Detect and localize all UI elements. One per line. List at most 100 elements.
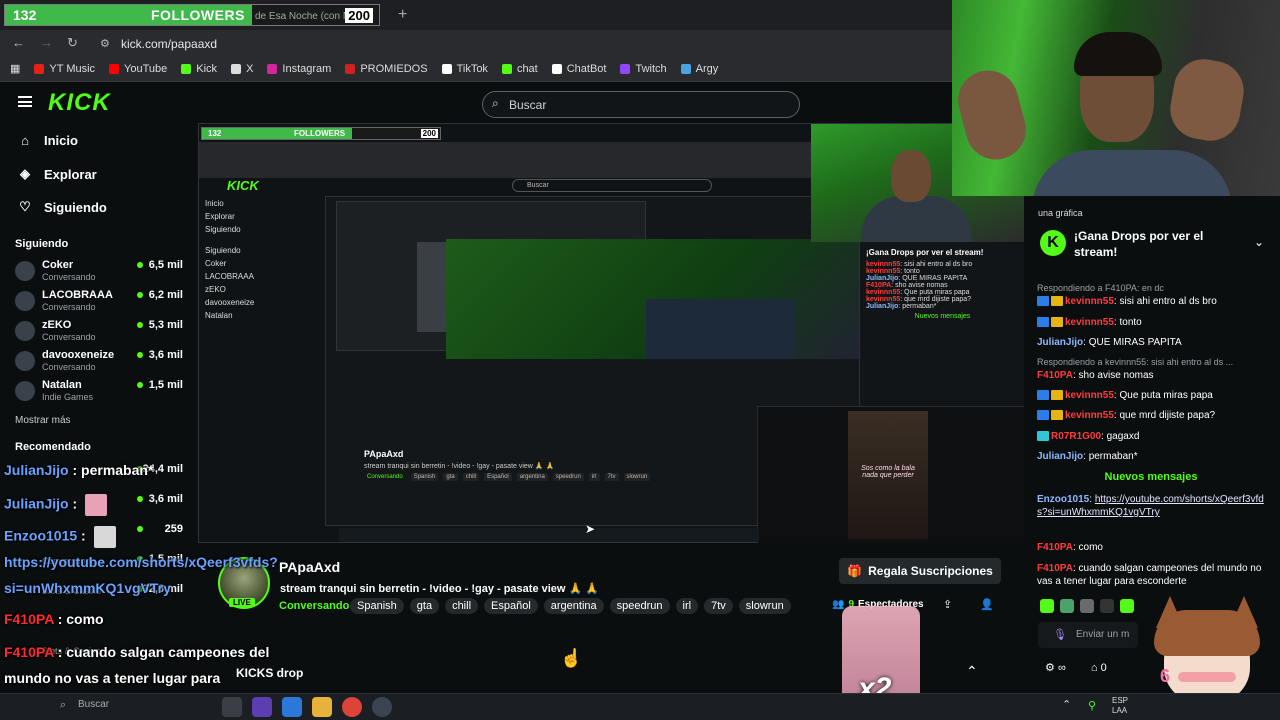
stream-tag[interactable]: chill: [445, 598, 479, 614]
stream-tag[interactable]: argentina: [543, 598, 604, 614]
kick-icon: [501, 63, 512, 74]
chat-username[interactable]: R07R1G00: [1051, 431, 1101, 442]
site-info-icon[interactable]: ⚙: [100, 37, 110, 50]
sidebar: ⌂ Inicio ◈ Explorar ♡ Siguiendo Siguiend…: [0, 123, 196, 693]
overlay-link: si=unWhxmmKQ1vgVTry: [4, 580, 171, 596]
streamer-name[interactable]: PApaAxd: [279, 559, 340, 575]
stream-tag[interactable]: gta: [409, 598, 440, 614]
sidebar-item-siguiendo[interactable]: ♡ Siguiendo: [18, 199, 107, 215]
chat-username[interactable]: kevinnn55: [1065, 317, 1114, 328]
emote-icon: [93, 526, 116, 548]
show-more-link[interactable]: Mostrar más: [15, 415, 71, 426]
bookmark-item[interactable]: Twitch: [620, 63, 667, 75]
emote-icon[interactable]: [1060, 599, 1074, 613]
app-icon[interactable]: [372, 697, 392, 717]
search-input[interactable]: ⌕ Buscar: [482, 91, 800, 118]
bookmark-item[interactable]: X: [231, 63, 253, 75]
share-icon[interactable]: ⇪: [943, 598, 952, 611]
emote-icon[interactable]: [1080, 599, 1094, 613]
video-player[interactable]: 132 FOLLOWERS 200 KICK Buscar Inicio Exp…: [198, 123, 1024, 543]
bookmark-item[interactable]: PROMIEDOS: [345, 63, 428, 75]
emote-icon[interactable]: [1120, 599, 1134, 613]
new-messages-divider[interactable]: Nuevos mensajes: [1037, 471, 1265, 483]
search-icon[interactable]: ⌕: [60, 699, 66, 712]
points-icon[interactable]: ⚙: [1045, 662, 1055, 674]
language-indicator[interactable]: ESP LAA: [1112, 696, 1128, 716]
badge-icon: [1051, 390, 1063, 401]
chat-reply-context: Respondiendo a kevinnn55: sisi ahi entro…: [1037, 357, 1234, 367]
chat-username[interactable]: kevinnn55: [1065, 410, 1114, 421]
chevron-up-icon[interactable]: ⌃: [966, 663, 978, 680]
followed-channel-lacobraaa[interactable]: LACOBRAAA Conversando 6,2 mil: [15, 289, 187, 319]
file-explorer-icon[interactable]: [312, 697, 332, 717]
menu-icon[interactable]: [18, 96, 32, 107]
stream-tags: Spanish gta chill Español argentina speedrun i…: [350, 598, 791, 614]
followed-channel-zeko[interactable]: zEKO Conversando 5,3 mil: [15, 319, 187, 349]
bookmark-item[interactable]: chat: [501, 63, 538, 75]
tray-chevron-icon[interactable]: ⌃: [1062, 698, 1071, 711]
stream-category-link[interactable]: Conversando: [279, 600, 349, 612]
taskbar-apps: [222, 697, 392, 717]
chat-username[interactable]: JulianJijo: [1037, 337, 1083, 348]
bookmark-item[interactable]: YT Music: [34, 63, 95, 75]
stream-tag[interactable]: Spanish: [350, 598, 404, 614]
drops-banner[interactable]: K ¡Gana Drops por ver el stream! ⌄: [1032, 225, 1276, 263]
chevron-down-icon[interactable]: ⌄: [1254, 235, 1264, 249]
stream-tag[interactable]: speedrun: [609, 598, 670, 614]
shop-icon[interactable]: ⌂: [1091, 662, 1098, 674]
chat-footer: ⚙ ∞ ⌂ 0: [1045, 661, 1107, 674]
sidebar-item-inicio[interactable]: ⌂ Inicio: [18, 133, 78, 148]
nested-tag: irl: [588, 473, 600, 481]
forward-icon[interactable]: →: [40, 35, 53, 50]
taskbar-search[interactable]: Buscar: [78, 699, 109, 710]
emote-icon[interactable]: [1100, 599, 1114, 613]
kick-logo[interactable]: KICK: [48, 89, 111, 117]
gift-subscriptions-button[interactable]: 🎁 Regala Suscripciones: [839, 558, 1001, 584]
stream-tag[interactable]: Español: [484, 598, 538, 614]
nested-green-screen: [446, 239, 866, 359]
user-menu-icon[interactable]: 👤: [980, 598, 994, 611]
chat-username[interactable]: F410PA: [1037, 542, 1073, 553]
microphone-icon[interactable]: 🎙: [1053, 628, 1067, 641]
chat-username[interactable]: F410PA: [1037, 563, 1073, 574]
bookmark-item[interactable]: TikTok: [441, 63, 488, 75]
apps-grid-icon[interactable]: ▦: [10, 62, 20, 75]
bookmark-item[interactable]: Kick: [181, 63, 217, 75]
app-icon[interactable]: [282, 697, 302, 717]
address-url[interactable]: kick.com/papaaxd: [121, 37, 217, 51]
chat-username[interactable]: JulianJijo: [1037, 451, 1083, 462]
bookmark-item[interactable]: ChatBot: [551, 63, 606, 75]
bookmark-item[interactable]: Argy: [680, 63, 718, 75]
bookmark-item[interactable]: YouTube: [109, 63, 167, 75]
chat-username[interactable]: Enzoo1015: [1037, 494, 1089, 505]
badge-icon: [1051, 410, 1063, 421]
sidebar-item-explorar[interactable]: ◈ Explorar: [18, 166, 97, 182]
cursor-icon: ☝: [560, 648, 583, 668]
bookmark-item[interactable]: Instagram: [267, 63, 331, 75]
nested-browser-chrome: [199, 142, 811, 178]
chat-message: R07R1G00: gagaxd: [1037, 430, 1273, 443]
followed-channel-natalan[interactable]: Natalan Indie Games 1,5 mil: [15, 379, 187, 409]
emote-icon[interactable]: [1040, 599, 1054, 613]
new-tab-button[interactable]: +: [398, 6, 407, 24]
followed-channel-davooxeneize[interactable]: davooxeneize Conversando 3,6 mil: [15, 349, 187, 379]
nested-sidebar: Inicio Explorar Siguiendo Siguiendo Coke…: [205, 199, 325, 324]
tray-app-icon[interactable]: ⚲: [1088, 699, 1096, 712]
back-icon[interactable]: ←: [12, 35, 25, 50]
reload-icon[interactable]: ↻: [67, 35, 78, 51]
chrome-icon[interactable]: [342, 697, 362, 717]
chat-username[interactable]: kevinnn55: [1065, 390, 1114, 401]
emote-row: [1040, 599, 1134, 613]
task-view-icon[interactable]: [222, 697, 242, 717]
kicks-drop-label[interactable]: KICKS drop: [236, 666, 303, 680]
app-icon[interactable]: [252, 697, 272, 717]
overlay-username: F410PA: [4, 644, 54, 660]
chat-username[interactable]: F410PA: [1037, 370, 1073, 381]
followed-channel-coker[interactable]: Coker Conversando 6,5 mil: [15, 259, 187, 289]
chat-username[interactable]: kevinnn55: [1065, 296, 1114, 307]
stream-tag[interactable]: 7tv: [704, 598, 733, 614]
viewer-count: 6,5 mil: [148, 259, 183, 271]
nested-screen-content: [646, 299, 796, 359]
stream-tag[interactable]: slowrun: [738, 598, 791, 614]
stream-tag[interactable]: irl: [675, 598, 699, 614]
